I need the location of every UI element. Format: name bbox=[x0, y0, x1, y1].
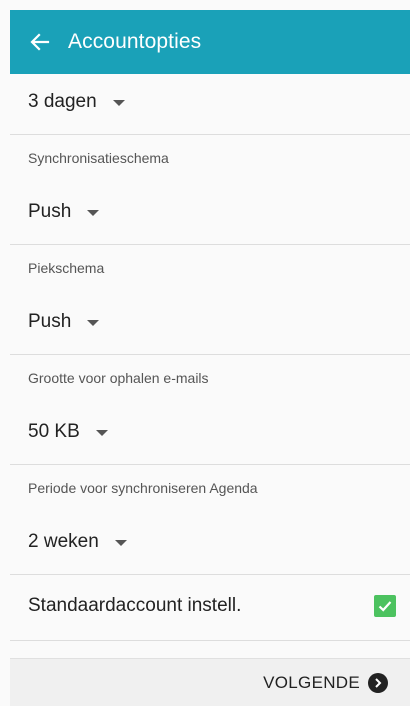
chevron-right-icon bbox=[375, 677, 382, 688]
screen: Accountopties 3 dagen Synchronisatiesche… bbox=[0, 0, 410, 706]
divider bbox=[10, 640, 410, 641]
back-button[interactable] bbox=[8, 10, 72, 74]
chevron-down-icon bbox=[87, 210, 100, 216]
chevron-right-circle-icon bbox=[368, 672, 388, 693]
sync-period-dropdown[interactable]: 3 dagen bbox=[10, 74, 410, 130]
next-button[interactable]: VOLGENDE bbox=[263, 672, 388, 693]
divider bbox=[10, 464, 410, 465]
divider bbox=[10, 134, 410, 135]
divider bbox=[10, 574, 410, 575]
sync-period-value: 3 dagen bbox=[28, 91, 97, 112]
default-account-label: Standaardaccount instell. bbox=[28, 595, 242, 616]
arrow-left-icon bbox=[30, 33, 50, 51]
peak-schedule-label: Piekschema bbox=[28, 260, 105, 276]
divider bbox=[10, 354, 410, 355]
settings-list: 3 dagen Synchronisatieschema Push Pieksc… bbox=[10, 74, 410, 658]
app-bar: Accountopties bbox=[10, 10, 410, 74]
calendar-sync-label: Periode voor synchroniseren Agenda bbox=[28, 480, 258, 496]
chevron-down-icon bbox=[112, 100, 125, 106]
default-account-checkbox[interactable] bbox=[374, 595, 396, 617]
bottom-bar: VOLGENDE bbox=[10, 658, 410, 706]
checkmark-icon bbox=[378, 601, 392, 612]
peak-schedule-dropdown[interactable]: Push bbox=[10, 294, 410, 350]
divider bbox=[10, 244, 410, 245]
peak-schedule-value: Push bbox=[28, 311, 72, 332]
chevron-down-icon bbox=[95, 430, 108, 436]
calendar-sync-dropdown[interactable]: 2 weken bbox=[10, 514, 410, 570]
retrieval-size-value: 50 KB bbox=[28, 421, 80, 442]
sync-schedule-dropdown[interactable]: Push bbox=[10, 184, 410, 240]
calendar-sync-value: 2 weken bbox=[28, 531, 99, 552]
sync-schedule-value: Push bbox=[28, 201, 72, 222]
next-button-label: VOLGENDE bbox=[263, 672, 360, 692]
chevron-down-icon bbox=[87, 320, 100, 326]
page-title: Accountopties bbox=[68, 30, 202, 53]
retrieval-size-dropdown[interactable]: 50 KB bbox=[10, 404, 410, 460]
default-account-row[interactable]: Standaardaccount instell. bbox=[10, 578, 410, 634]
retrieval-size-label: Grootte voor ophalen e-mails bbox=[28, 370, 209, 386]
sync-schedule-label: Synchronisatieschema bbox=[28, 150, 169, 166]
chevron-down-icon bbox=[114, 540, 127, 546]
